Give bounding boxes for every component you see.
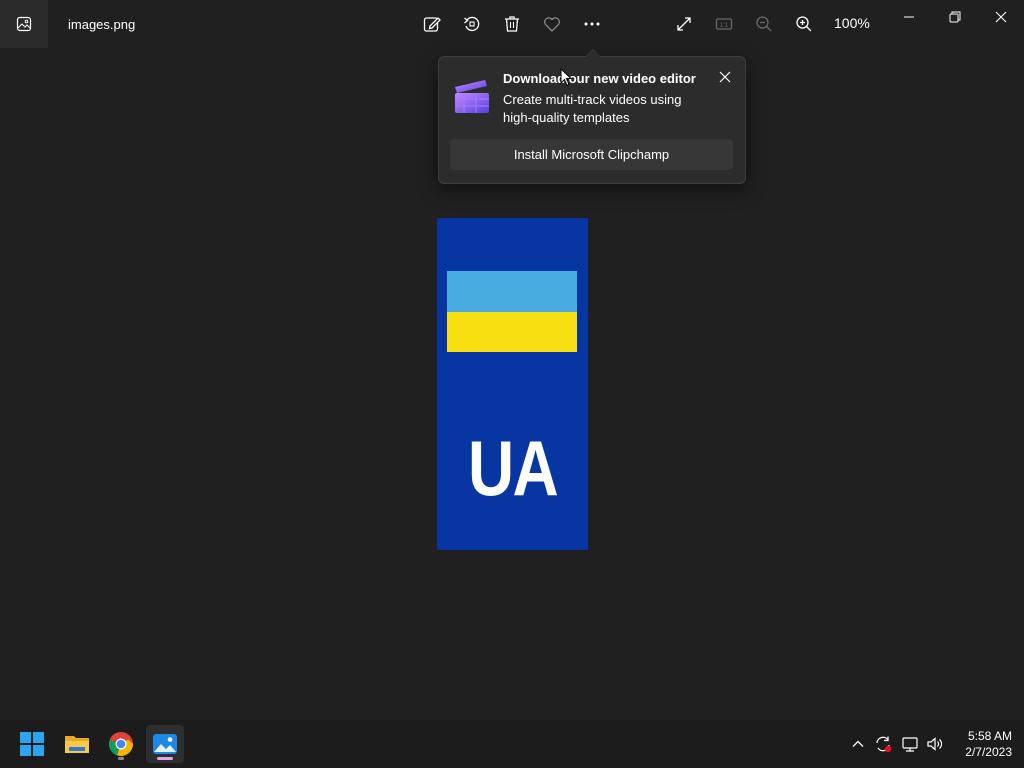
delete-icon[interactable] [500, 12, 524, 36]
country-code-text: UA [467, 424, 559, 512]
rotate-icon[interactable] [460, 12, 484, 36]
clipchamp-icon [452, 77, 490, 115]
active-indicator [157, 757, 173, 760]
clock-time: 5:58 AM [967, 729, 1012, 743]
taskbar: 5:58 AM 2/7/2023 [0, 720, 1024, 768]
chevron-up-icon[interactable] [848, 734, 868, 754]
zoom-in-icon[interactable] [792, 12, 816, 36]
windows-start-icon[interactable] [13, 725, 51, 763]
popup-description: Create multi-track videos using high-qua… [503, 92, 682, 125]
popup-close-icon[interactable] [716, 68, 734, 86]
close-icon[interactable] [986, 6, 1016, 28]
clipchamp-promo-popup: Download our new video editor Create mul… [438, 56, 746, 184]
minimize-icon[interactable] [894, 6, 924, 28]
install-clipchamp-button[interactable]: Install Microsoft Clipchamp [450, 139, 733, 170]
edit-image-icon[interactable] [420, 12, 444, 36]
clock-date: 2/7/2023 [965, 745, 1012, 759]
popup-caret-fill [586, 50, 600, 57]
photos-app-icon[interactable] [0, 0, 48, 48]
volume-icon[interactable] [925, 734, 945, 754]
file-name: images.png [68, 17, 136, 32]
actual-size-icon[interactable]: 1:1 [712, 12, 736, 36]
zoom-level[interactable]: 100% [834, 15, 870, 31]
running-indicator [118, 757, 124, 760]
clock[interactable]: 5:58 AM 2/7/2023 [952, 728, 1012, 760]
network-icon[interactable] [900, 734, 920, 754]
chrome-icon[interactable] [102, 725, 140, 763]
mouse-cursor-icon [560, 68, 572, 87]
flag-yellow-stripe [447, 312, 577, 352]
popup-title: Download our new video editor [503, 71, 696, 86]
zoom-out-icon[interactable] [752, 12, 776, 36]
image-canvas[interactable]: UA [437, 218, 588, 550]
more-icon[interactable] [580, 12, 604, 36]
restore-icon[interactable] [940, 6, 970, 28]
sync-icon[interactable] [873, 734, 893, 754]
title-bar: images.png 1:1 100% [0, 0, 1024, 48]
favorite-icon[interactable] [540, 12, 564, 36]
file-explorer-icon[interactable] [58, 725, 96, 763]
svg-text:1:1: 1:1 [720, 23, 729, 29]
full-screen-icon[interactable] [672, 12, 696, 36]
photos-taskbar-icon[interactable] [146, 725, 184, 763]
flag-blue-stripe [447, 271, 577, 312]
